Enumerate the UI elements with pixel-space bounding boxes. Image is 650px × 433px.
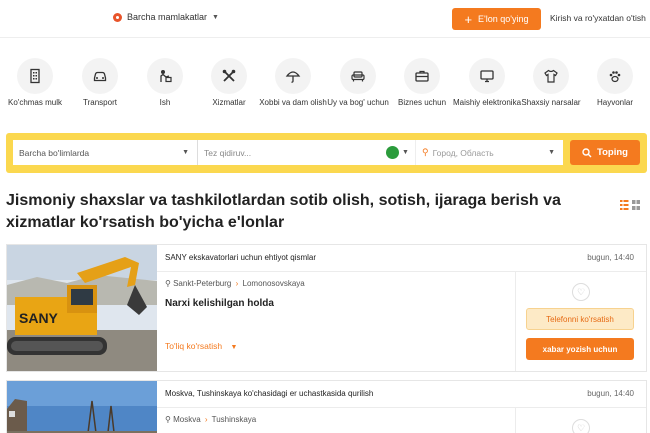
category-label: Ish bbox=[159, 98, 171, 107]
top-bar: Barcha mamlakatlar ▼ + E'lon qo'ying Kir… bbox=[0, 0, 650, 38]
category-hobby[interactable]: Xobbi va dam olish bbox=[258, 58, 328, 108]
show-phone-button[interactable]: Telefonni ko'rsatish bbox=[526, 308, 634, 330]
search-button-label: Toping bbox=[597, 147, 628, 158]
listing-card[interactable]: SANY SANY ekskavatorlari uchun ehtiyot q… bbox=[6, 244, 647, 372]
list-view-icon[interactable] bbox=[620, 197, 640, 215]
location-pin-icon: ⚲ bbox=[422, 147, 429, 157]
svg-text:SANY: SANY bbox=[19, 310, 59, 326]
favorite-heart-icon[interactable]: ♡ bbox=[572, 419, 590, 433]
city-input[interactable]: ⚲ Город, Область ▼ bbox=[415, 140, 563, 165]
category-bar: Ko'chmas mulk Transport Ish Xizmatlar Xo… bbox=[0, 58, 650, 122]
umbrella-icon bbox=[275, 58, 311, 94]
country-label: Barcha mamlakatlar bbox=[127, 12, 208, 22]
briefcase-icon bbox=[404, 58, 440, 94]
search-button[interactable]: Toping bbox=[570, 140, 640, 165]
listing-card[interactable]: Moskva, Tushinskaya ko'chasidagi er ucha… bbox=[6, 380, 647, 433]
listing-photo[interactable] bbox=[7, 381, 157, 433]
search-input[interactable]: Tez qidiruv... bbox=[198, 140, 381, 165]
car-icon bbox=[82, 58, 118, 94]
land-photo bbox=[7, 381, 157, 433]
category-label: Shaxsiy narsalar bbox=[521, 98, 581, 107]
chevron-down-icon: ▼ bbox=[230, 344, 238, 351]
chevron-down-icon: ▼ bbox=[212, 13, 219, 21]
location-icon bbox=[113, 12, 122, 22]
listing-district: Tushinskaya bbox=[211, 415, 257, 424]
category-label: Xobbi va dam olish bbox=[259, 98, 327, 107]
category-label: Transport bbox=[83, 98, 117, 107]
category-home-garden[interactable]: Uy va bog' uchun bbox=[323, 58, 393, 108]
listing-location: ⚲ Sankt-Peterburg › Lomonosovskaya bbox=[165, 279, 305, 288]
listing-photo[interactable]: SANY bbox=[7, 245, 157, 371]
search-bar: Barcha bo'limlarda ▼ Tez qidiruv... ▼ ⚲ … bbox=[6, 133, 647, 173]
divider bbox=[515, 407, 516, 433]
category-services[interactable]: Xizmatlar bbox=[194, 58, 264, 108]
category-jobs[interactable]: Ish bbox=[130, 58, 200, 108]
chevron-right-icon: › bbox=[204, 415, 208, 424]
login-link[interactable]: Kirish va ro'yxatdan o'tish bbox=[550, 13, 646, 23]
show-more-link[interactable]: To'liq ko'rsatish ▼ bbox=[165, 341, 237, 351]
listing-title[interactable]: Moskva, Tushinskaya ko'chasidagi er ucha… bbox=[165, 389, 373, 398]
listing-location: ⚲ Moskva › Tushinskaya bbox=[165, 415, 256, 424]
paw-icon bbox=[597, 58, 633, 94]
page-title: Jismoniy shaxslar va tashkilotlardan sot… bbox=[6, 192, 561, 231]
listing-date: bugun, 14:40 bbox=[587, 253, 634, 262]
city-placeholder: Город, Область bbox=[432, 147, 494, 158]
category-label: Xizmatlar bbox=[212, 98, 246, 107]
category-animals[interactable]: Hayvonlar bbox=[580, 58, 650, 108]
category-label: Maishiy elektronika bbox=[452, 98, 522, 107]
category-electronics[interactable]: Maishiy elektronika bbox=[452, 58, 522, 108]
country-selector[interactable]: Barcha mamlakatlar ▼ bbox=[113, 12, 219, 22]
building-icon bbox=[17, 58, 53, 94]
sofa-icon bbox=[340, 58, 376, 94]
category-label: Ko'chmas mulk bbox=[8, 98, 62, 107]
listing-district: Lomonosovskaya bbox=[242, 279, 305, 288]
chevron-right-icon: › bbox=[235, 279, 239, 288]
listing-title[interactable]: SANY ekskavatorlari uchun ehtiyot qismla… bbox=[165, 253, 316, 262]
divider bbox=[157, 407, 646, 408]
plus-icon: + bbox=[464, 11, 473, 27]
listing-city: Moskva bbox=[173, 415, 201, 424]
write-message-button[interactable]: xabar yozish uchun bbox=[526, 338, 634, 360]
chevron-down-icon: ▼ bbox=[402, 149, 409, 156]
show-more-label: To'liq ko'rsatish bbox=[165, 341, 223, 351]
divider bbox=[157, 271, 646, 272]
worker-icon bbox=[147, 58, 183, 94]
category-label: Biznes uchun bbox=[397, 98, 447, 107]
location-pin-icon: ⚲ bbox=[165, 279, 171, 288]
category-business[interactable]: Biznes uchun bbox=[387, 58, 457, 108]
category-transport[interactable]: Transport bbox=[65, 58, 135, 108]
category-select-value: Barcha bo'limlarda bbox=[19, 147, 90, 158]
tools-icon bbox=[211, 58, 247, 94]
favorite-heart-icon[interactable]: ♡ bbox=[572, 283, 590, 301]
category-select[interactable]: Barcha bo'limlarda ▼ bbox=[13, 140, 198, 165]
post-ad-label: E'lon qo'ying bbox=[478, 14, 529, 24]
location-pin-icon: ⚲ bbox=[165, 415, 171, 424]
globe-icon bbox=[386, 146, 399, 159]
category-personal[interactable]: Shaxsiy narsalar bbox=[516, 58, 586, 108]
country-flag-select[interactable]: ▼ bbox=[381, 140, 415, 165]
category-label: Hayvonlar bbox=[596, 98, 633, 107]
excavator-photo: SANY bbox=[7, 245, 157, 371]
category-real-estate[interactable]: Ko'chmas mulk bbox=[0, 58, 70, 108]
listing-price: Narxi kelishilgan holda bbox=[165, 298, 274, 309]
monitor-icon bbox=[469, 58, 505, 94]
category-label: Uy va bog' uchun bbox=[327, 98, 389, 107]
chevron-down-icon: ▼ bbox=[182, 149, 189, 156]
listing-city: Sankt-Peterburg bbox=[173, 279, 232, 288]
shirt-icon bbox=[533, 58, 569, 94]
listing-date: bugun, 14:40 bbox=[587, 389, 634, 398]
post-ad-button[interactable]: + E'lon qo'ying bbox=[452, 8, 541, 30]
search-icon bbox=[582, 147, 592, 157]
chevron-down-icon: ▼ bbox=[548, 149, 555, 156]
divider bbox=[515, 271, 516, 371]
